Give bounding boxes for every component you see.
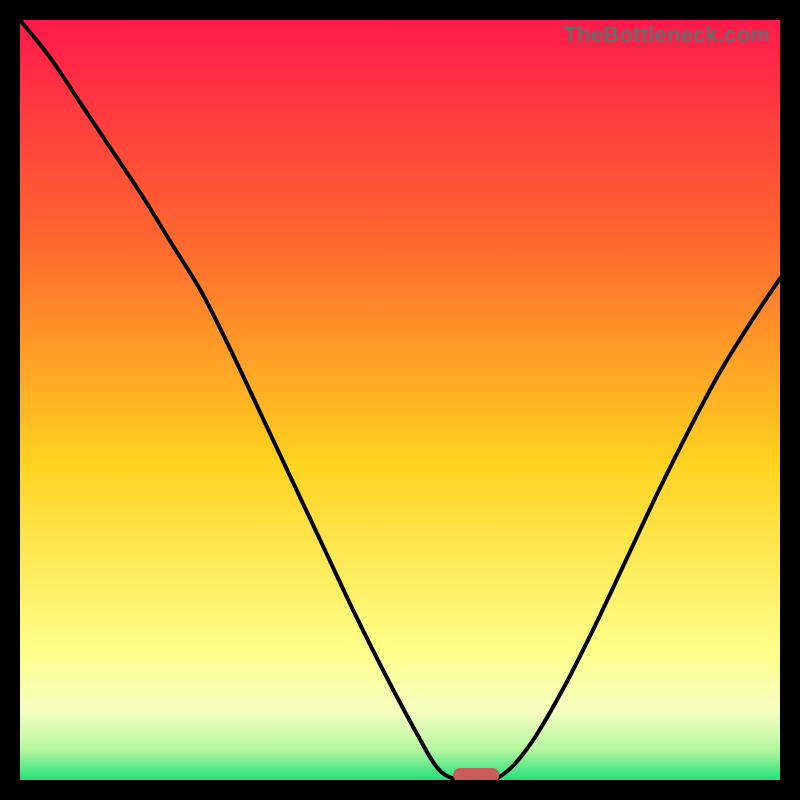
plot-area: TheBottleneck.com (20, 20, 780, 780)
curve-left-branch (20, 20, 457, 780)
bottleneck-curve (20, 20, 780, 780)
chart-frame: TheBottleneck.com (0, 0, 800, 800)
curve-right-branch (495, 278, 780, 780)
optimal-marker (453, 768, 499, 780)
